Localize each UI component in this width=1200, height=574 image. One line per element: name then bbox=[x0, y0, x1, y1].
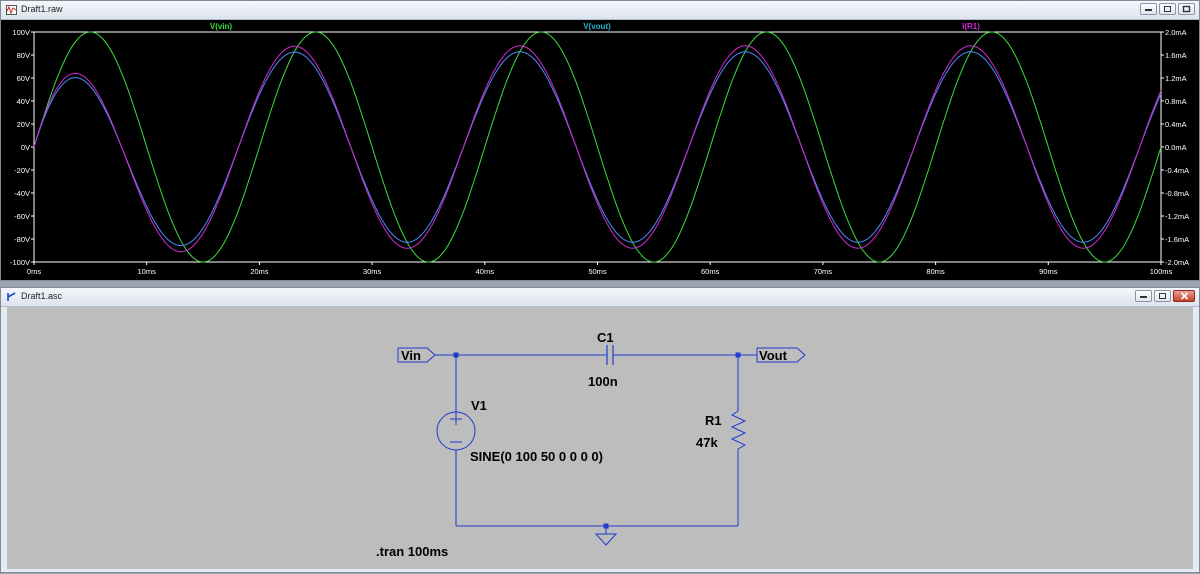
waveform-titlebar[interactable]: Draft1.raw bbox=[1, 1, 1199, 20]
x-axis-label: 70ms bbox=[814, 267, 833, 276]
minimize-icon bbox=[1136, 291, 1151, 301]
close-icon bbox=[1174, 291, 1194, 301]
left-axis-label: 100V bbox=[12, 28, 30, 37]
left-axis-label: 60V bbox=[17, 74, 30, 83]
minimize-button[interactable] bbox=[1140, 3, 1157, 15]
left-axis-label: -40V bbox=[14, 189, 30, 198]
minimize-icon bbox=[1141, 4, 1156, 14]
trace-label[interactable]: I(R1) bbox=[962, 22, 980, 31]
left-axis-label: 0V bbox=[21, 143, 30, 152]
c1-value-label[interactable]: 100n bbox=[588, 374, 618, 389]
restore-button[interactable] bbox=[1159, 3, 1176, 15]
maximize-button[interactable] bbox=[1178, 3, 1195, 15]
waveform-chart[interactable]: V(vin) V(vout) I(R1) 100V 80V 60V 40V 20V 0V -20… bbox=[1, 20, 1199, 280]
schematic-drawing[interactable]: Vin Vout C1 100n V1 SINE(0 100 50 0 0 0 … bbox=[7, 307, 1193, 569]
x-axis-label: 30ms bbox=[363, 267, 382, 276]
r1-value-label[interactable]: 47k bbox=[696, 435, 718, 450]
right-axis-label: -2.0mA bbox=[1165, 258, 1189, 267]
right-axis-label: -1.6mA bbox=[1165, 235, 1189, 244]
schematic-canvas[interactable]: Vin Vout C1 100n V1 SINE(0 100 50 0 0 0 … bbox=[7, 307, 1193, 569]
r1-name-label[interactable]: R1 bbox=[705, 413, 722, 428]
trace-label[interactable]: V(vout) bbox=[583, 22, 611, 31]
plus-icon bbox=[450, 413, 462, 425]
junction-dot bbox=[735, 352, 741, 358]
left-axis-label: 80V bbox=[17, 51, 30, 60]
junction-dot bbox=[603, 523, 609, 529]
right-axis-label: -0.4mA bbox=[1165, 166, 1189, 175]
capacitor-c1[interactable] bbox=[606, 345, 614, 365]
net-label-vin[interactable]: Vin bbox=[397, 347, 436, 363]
close-button[interactable] bbox=[1173, 290, 1195, 302]
left-axis-label: -60V bbox=[14, 212, 30, 221]
v1-value-label[interactable]: SINE(0 100 50 0 0 0 0) bbox=[470, 449, 603, 464]
x-axis-label: 80ms bbox=[926, 267, 945, 276]
junction-dot bbox=[453, 352, 459, 358]
schematic-app-icon bbox=[7, 292, 16, 301]
x-axis-label: 40ms bbox=[476, 267, 495, 276]
trace-i-r1[interactable] bbox=[33, 45, 1162, 253]
schematic-window[interactable]: Draft1.asc Vin Vout C1 100n V1 SINE(0 10… bbox=[0, 287, 1200, 573]
right-axis-label: 0.8mA bbox=[1165, 97, 1187, 106]
left-axis-label: -80V bbox=[14, 235, 30, 244]
right-axis-label: 0.0mA bbox=[1165, 143, 1187, 152]
x-axis-label: 50ms bbox=[588, 267, 607, 276]
left-axis-label: 20V bbox=[17, 120, 30, 129]
ground-icon[interactable] bbox=[594, 533, 618, 546]
right-axis-label: 2.0mA bbox=[1165, 28, 1187, 37]
restore-icon bbox=[1160, 4, 1175, 14]
v1-name-label[interactable]: V1 bbox=[471, 398, 487, 413]
c1-name-label[interactable]: C1 bbox=[597, 330, 614, 345]
x-axis-label: 10ms bbox=[138, 267, 157, 276]
right-axis-label: -1.2mA bbox=[1165, 212, 1189, 221]
right-axis-label: 1.2mA bbox=[1165, 74, 1187, 83]
left-axis-label: 40V bbox=[17, 97, 30, 106]
net-label-vout-text: Vout bbox=[759, 348, 788, 363]
x-axis-label: 60ms bbox=[701, 267, 720, 276]
waveform-window-title: Draft1.raw bbox=[21, 4, 63, 14]
x-axis-label: 90ms bbox=[1039, 267, 1058, 276]
maximize-button[interactable] bbox=[1154, 290, 1171, 302]
maximize-icon bbox=[1179, 4, 1194, 14]
right-axis-label: 0.4mA bbox=[1165, 120, 1187, 129]
net-label-vin-text: Vin bbox=[401, 348, 421, 363]
trace-label[interactable]: V(vin) bbox=[210, 22, 233, 31]
resistor-r1[interactable] bbox=[730, 407, 747, 455]
maximize-icon bbox=[1155, 291, 1170, 301]
left-axis-label: -100V bbox=[10, 258, 30, 267]
right-axis-label: 1.6mA bbox=[1165, 51, 1187, 60]
net-label-vout[interactable]: Vout bbox=[756, 347, 806, 363]
spice-directive[interactable]: .tran 100ms bbox=[376, 544, 448, 559]
left-axis-label: -20V bbox=[14, 166, 30, 175]
x-axis-label: 20ms bbox=[250, 267, 269, 276]
waveform-plot-area[interactable]: V(vin) V(vout) I(R1) 100V 80V 60V 40V 20V 0V -20… bbox=[1, 20, 1199, 280]
right-axis-label: -0.8mA bbox=[1165, 189, 1189, 198]
schematic-titlebar[interactable]: Draft1.asc bbox=[1, 288, 1199, 307]
waveform-window[interactable]: Draft1.raw V(vin) V(vout) I(R1) 100V 80V 60V… bbox=[0, 0, 1200, 281]
waveform-app-icon bbox=[6, 5, 17, 15]
x-axis-label: 0ms bbox=[27, 267, 41, 276]
voltage-source-v1[interactable] bbox=[436, 411, 476, 451]
schematic-window-title: Draft1.asc bbox=[21, 291, 63, 301]
minimize-button[interactable] bbox=[1135, 290, 1152, 302]
x-axis-label: 100ms bbox=[1150, 267, 1173, 276]
